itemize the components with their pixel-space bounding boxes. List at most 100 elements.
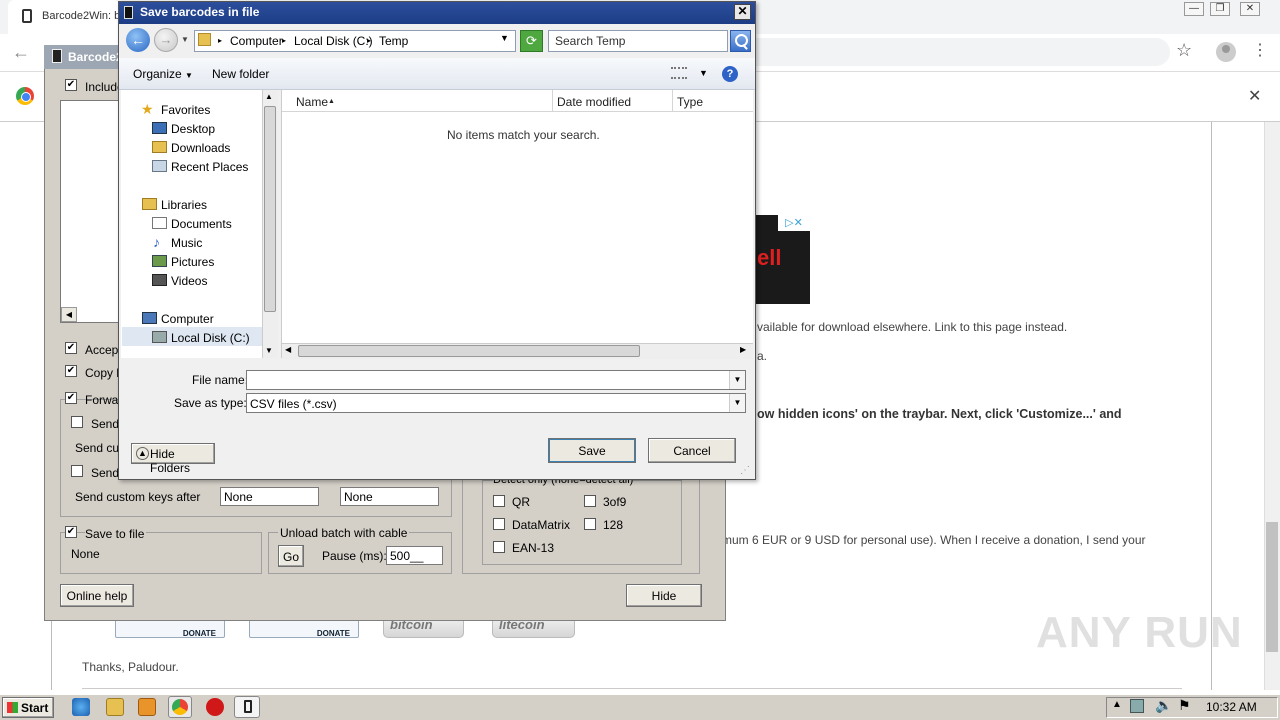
send-checkbox-2[interactable] — [71, 465, 83, 477]
nav-favorites[interactable]: Favorites — [161, 103, 210, 117]
hscroll-right-icon[interactable]: ▶ — [740, 345, 746, 354]
back-arrow-icon[interactable]: ← — [12, 42, 30, 63]
ie-icon[interactable] — [72, 698, 90, 716]
refresh-icon[interactable]: ⟳ — [520, 30, 543, 52]
taskbar-clock[interactable]: 10:32 AM — [1206, 700, 1257, 714]
file-name-dropdown-icon[interactable]: ▼ — [729, 371, 745, 389]
local-disk-icon — [152, 331, 167, 343]
nav-libraries[interactable]: Libraries — [161, 198, 207, 212]
column-separator[interactable] — [552, 90, 553, 112]
chrome-logo-icon — [16, 87, 34, 105]
recent-locations-dropdown-icon[interactable]: ▼ — [181, 35, 189, 44]
network-icon[interactable] — [1130, 699, 1144, 713]
nav-scroll-up-icon[interactable]: ▲ — [265, 92, 273, 101]
crumb-chevron-icon[interactable]: ▸ — [367, 36, 371, 45]
search-icon[interactable] — [730, 30, 751, 52]
crumb-local-disk[interactable]: Local Disk (C:) — [294, 34, 373, 48]
dialog-close-button[interactable]: ✕ — [734, 4, 751, 20]
restore-button[interactable]: ❐ — [1210, 2, 1230, 16]
pause-field[interactable]: 500__ — [386, 546, 443, 565]
128-checkbox[interactable] — [584, 518, 596, 530]
forward-nav-icon[interactable]: → — [154, 28, 178, 52]
resize-grip-icon[interactable]: ⋰ — [740, 465, 750, 476]
address-dropdown-icon[interactable]: ▼ — [500, 33, 509, 43]
new-folder-button[interactable]: New folder — [212, 67, 269, 81]
file-hscroll-thumb[interactable] — [298, 345, 640, 357]
list-scroll-left[interactable]: ◀ — [61, 307, 77, 322]
nav-videos[interactable]: Videos — [171, 274, 207, 288]
save-to-file-checkbox[interactable]: ✔ — [65, 526, 77, 538]
explorer-icon[interactable] — [106, 698, 124, 716]
column-date-modified[interactable]: Date modified — [557, 95, 631, 109]
opera-icon[interactable] — [206, 698, 224, 716]
infobar-close-icon[interactable]: ✕ — [1248, 86, 1261, 106]
crumb-temp[interactable]: Temp — [379, 34, 408, 48]
nav-computer[interactable]: Computer — [161, 312, 214, 326]
media-player-icon[interactable] — [138, 698, 156, 716]
page-text-tray: ow hidden icons' on the traybar. Next, c… — [757, 407, 1122, 421]
accept-checkbox[interactable]: ✔ — [65, 342, 77, 354]
browser-tab[interactable]: Barcode2Win: b — [8, 0, 120, 34]
save-type-dropdown-icon[interactable]: ▼ — [729, 394, 745, 412]
nav-pictures[interactable]: Pictures — [171, 255, 214, 269]
profile-avatar[interactable] — [1216, 42, 1236, 62]
action-center-flag-icon[interactable]: ⚑ — [1178, 697, 1191, 714]
nav-downloads[interactable]: Downloads — [171, 141, 230, 155]
crumb-chevron-icon[interactable]: ▸ — [218, 36, 222, 45]
custom-key-field-2[interactable]: None — [340, 487, 439, 506]
tray-expand-icon[interactable]: ▲ — [1112, 699, 1122, 710]
forward-checkbox[interactable]: ✔ — [65, 392, 77, 404]
save-button[interactable]: Save — [548, 438, 636, 463]
nav-music[interactable]: Music — [171, 236, 202, 250]
back-nav-icon[interactable]: ← — [126, 28, 150, 52]
nav-scroll-thumb[interactable] — [264, 106, 276, 312]
go-button[interactable]: Go — [278, 545, 304, 567]
crumb-computer[interactable]: Computer — [230, 34, 283, 48]
views-dropdown-icon[interactable]: ▼ — [699, 68, 708, 78]
ad-text: ell — [757, 245, 782, 270]
qr-checkbox[interactable] — [493, 495, 505, 507]
3of9-checkbox[interactable] — [584, 495, 596, 507]
start-button[interactable]: Start — [2, 697, 54, 718]
crumb-chevron-icon[interactable]: ▸ — [282, 36, 286, 45]
bookmark-star-icon[interactable]: ☆ — [1176, 40, 1192, 61]
ean13-checkbox[interactable] — [493, 541, 505, 553]
ad-choices-icon[interactable]: ▷✕ — [778, 215, 810, 231]
nav-documents[interactable]: Documents — [171, 217, 232, 231]
help-icon[interactable]: ? — [722, 66, 738, 82]
include-checkbox[interactable]: ✔ — [65, 79, 77, 91]
hscroll-left-icon[interactable]: ◀ — [285, 345, 291, 354]
hide-folders-button[interactable]: Hide Folders — [131, 443, 215, 475]
chrome-menu-icon[interactable]: ⋮ — [1252, 40, 1268, 60]
column-name[interactable]: Name — [296, 95, 328, 109]
online-help-button[interactable]: Online help — [60, 584, 134, 607]
nav-desktop[interactable]: Desktop — [171, 122, 215, 136]
volume-icon[interactable]: 🔈 — [1155, 697, 1172, 714]
search-input[interactable]: Search Temp — [548, 30, 728, 52]
accept-label: Accep — [85, 343, 119, 357]
cancel-button[interactable]: Cancel — [648, 438, 736, 463]
page-border-right — [1211, 122, 1212, 690]
nav-recent-places[interactable]: Recent Places — [171, 160, 248, 174]
chrome-icon — [172, 699, 188, 715]
organize-button[interactable]: Organize ▼ — [133, 67, 193, 81]
file-name-input[interactable] — [246, 370, 746, 390]
nav-scroll-down-icon[interactable]: ▼ — [265, 346, 273, 355]
save-type-select[interactable]: CSV files (*.csv) — [246, 393, 746, 413]
close-window-button[interactable]: ✕ — [1240, 2, 1260, 16]
recent-places-icon — [152, 160, 167, 172]
minimize-button[interactable]: — — [1184, 2, 1204, 16]
copy-checkbox[interactable]: ✔ — [65, 365, 77, 377]
column-type[interactable]: Type — [677, 95, 703, 109]
thanks-text: Thanks, Paludour. — [82, 660, 179, 674]
music-icon: ♪ — [153, 234, 160, 250]
page-scroll-thumb[interactable] — [1266, 522, 1278, 652]
send-checkbox-1[interactable] — [71, 416, 83, 428]
organize-label: Organize — [133, 67, 182, 81]
datamatrix-checkbox[interactable] — [493, 518, 505, 530]
views-icon[interactable] — [671, 67, 687, 79]
column-separator[interactable] — [672, 90, 673, 112]
nav-local-disk[interactable]: Local Disk (C:) — [171, 331, 250, 345]
custom-key-field-1[interactable]: None — [220, 487, 319, 506]
hide-button[interactable]: Hide — [626, 584, 702, 607]
